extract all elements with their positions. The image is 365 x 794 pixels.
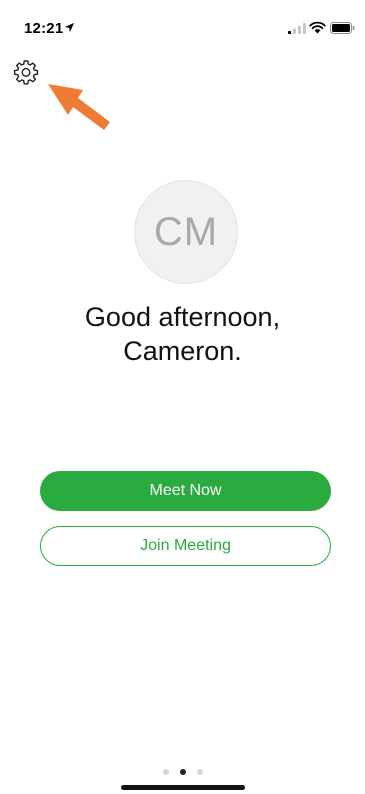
cellular-signal-icon xyxy=(288,23,306,34)
greeting-text: Good afternoon, Cameron. xyxy=(0,300,365,368)
greeting-line-1: Good afternoon, xyxy=(84,302,281,332)
home-indicator[interactable] xyxy=(121,785,245,790)
greeting-line-2: Cameron. xyxy=(123,336,242,366)
page-dot[interactable] xyxy=(179,769,186,775)
wifi-icon xyxy=(309,21,326,34)
avatar-initials: CM xyxy=(153,209,219,254)
page-dot[interactable] xyxy=(162,769,169,775)
avatar: CM xyxy=(134,180,238,284)
page-indicator[interactable] xyxy=(0,769,365,775)
battery-icon xyxy=(330,22,355,34)
settings-button[interactable] xyxy=(12,58,40,86)
location-arrow-icon xyxy=(64,22,75,33)
meet-now-button[interactable]: Meet Now xyxy=(40,471,331,511)
arrow-icon xyxy=(48,84,110,130)
status-bar: 12:21 xyxy=(0,0,365,44)
gear-icon xyxy=(13,60,39,85)
page-dot[interactable] xyxy=(196,769,203,775)
join-meeting-button[interactable]: Join Meeting xyxy=(40,526,331,566)
status-time: 12:21 xyxy=(24,20,64,37)
